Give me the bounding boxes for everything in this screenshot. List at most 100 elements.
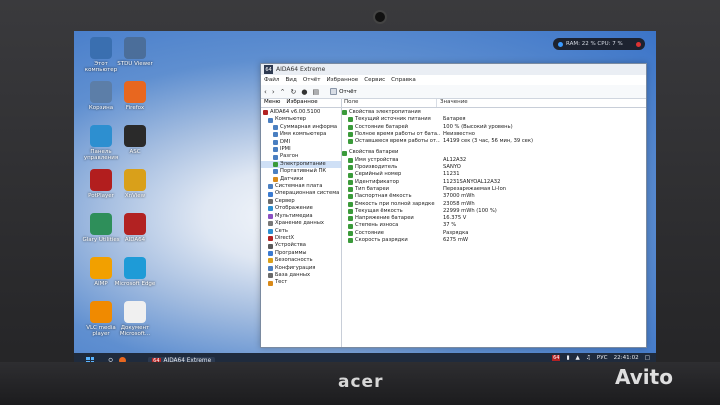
field-name: Тип батареи	[355, 185, 390, 192]
detail-row[interactable]: Производитель SANYO	[342, 164, 646, 171]
tree-item[interactable]: Безопасность	[261, 257, 341, 264]
desktop-icon[interactable]: AIDA64	[114, 213, 156, 243]
field-name: Степень износа	[355, 222, 399, 229]
menu-bar: Файл Вид Отчёт Избранное Сервис Справка	[261, 75, 646, 85]
tree-item-icon	[273, 162, 278, 168]
detail-row[interactable]: Напряжение батареи 16.375 V	[342, 215, 646, 222]
desktop-icon-label: ASC	[129, 149, 141, 155]
detail-row[interactable]: Серийный номер 11231	[342, 171, 646, 178]
detail-row[interactable]: Идентификатор 11231SANYOAL12A32	[342, 179, 646, 186]
tree-item-icon	[273, 125, 278, 131]
tree-item[interactable]: Суммарная информа	[261, 124, 341, 131]
stdu-icon	[124, 37, 146, 59]
tree-item[interactable]: Тест	[261, 279, 341, 286]
menu-item[interactable]: Файл	[264, 77, 279, 83]
section-icon	[342, 150, 347, 156]
tree-item[interactable]: Программы	[261, 250, 341, 257]
desktop-icon[interactable]: ASC	[114, 125, 156, 155]
detail-row[interactable]: Ёмкость при полной зарядке 23058 mWh	[342, 201, 646, 208]
field-value: 37000 mWh	[443, 193, 475, 200]
forward-arrow-icon[interactable]: ›	[272, 88, 275, 96]
notifications-icon[interactable]: □	[645, 355, 650, 361]
up-arrow-icon[interactable]: ⌃	[280, 88, 286, 96]
tree-item-icon	[268, 184, 273, 190]
tree-item[interactable]: AIDA64 v6.00.5100	[261, 109, 341, 116]
field-icon	[348, 238, 353, 244]
desktop-icon[interactable]: Firefox	[114, 81, 156, 111]
window-titlebar[interactable]: 64 AIDA64 Extreme	[261, 64, 646, 75]
desktop-icon[interactable]: Microsoft Edge	[114, 257, 156, 287]
user-icon[interactable]: ●	[301, 88, 307, 96]
tree-item[interactable]: Разгон	[261, 153, 341, 160]
field-value: Перезаряжаемая Li-Ion	[443, 185, 507, 192]
tree-item[interactable]: Устройства	[261, 242, 341, 249]
column-header-field[interactable]: Поле	[342, 99, 437, 107]
detail-row[interactable]: Паспортная ёмкость 37000 mWh	[342, 193, 646, 200]
potplayer-icon	[90, 169, 112, 191]
tree-item[interactable]: Операционная система	[261, 190, 341, 197]
tree-item[interactable]: Мультимедиа	[261, 213, 341, 220]
detail-row[interactable]: Полное время работы от бата... Неизвестно	[342, 131, 646, 138]
tab-menu[interactable]: Меню	[261, 99, 283, 107]
detail-row[interactable]: Степень износа 37 %	[342, 222, 646, 229]
detail-row[interactable]: Текущий источник питания Батарея	[342, 116, 646, 123]
field-icon	[348, 230, 353, 236]
tree-item-icon	[273, 139, 278, 145]
tree-item[interactable]: Имя компьютера	[261, 131, 341, 138]
menu-item[interactable]: Справка	[391, 77, 416, 83]
tree-item[interactable]: DMI	[261, 139, 341, 146]
xnview-icon	[124, 169, 146, 191]
chart-icon[interactable]: ▤	[312, 88, 319, 96]
tree-item-label: Безопасность	[275, 257, 313, 264]
battery-icon[interactable]: ▮	[566, 355, 569, 361]
field-icon	[348, 165, 353, 171]
tree-item[interactable]: Конфигурация	[261, 265, 341, 272]
language-indicator[interactable]: РУС	[597, 355, 608, 361]
detail-row[interactable]: Скорость разрядки 6275 mW	[342, 237, 646, 244]
clock[interactable]: 22:41:02	[614, 355, 639, 361]
tree-item[interactable]: Отображение	[261, 205, 341, 212]
tree-item[interactable]: Системная плата	[261, 183, 341, 190]
field-value: 37 %	[443, 222, 457, 229]
tree-item-icon	[268, 265, 273, 271]
tree-item[interactable]: Датчики	[261, 176, 341, 183]
menu-item[interactable]: Вид	[285, 77, 296, 83]
menu-item[interactable]: Избранное	[326, 77, 358, 83]
menu-item[interactable]: Сервис	[364, 77, 385, 83]
desktop-icon[interactable]: STDU Viewer	[114, 37, 156, 67]
tree-item-label: Операционная система	[275, 190, 340, 197]
desktop-icon[interactable]: XnView	[114, 169, 156, 199]
tree-item[interactable]: Портативный ПК	[261, 168, 341, 175]
aida64-tray-icon[interactable]: 64	[552, 355, 561, 361]
field-icon	[348, 216, 353, 222]
detail-row[interactable]: Текущая ёмкость 22999 mWh (100 %)	[342, 208, 646, 215]
tree-item-label: DMI	[280, 138, 291, 145]
detail-row[interactable]: Тип батареи Перезаряжаемая Li-Ion	[342, 186, 646, 193]
back-arrow-icon[interactable]: ‹	[264, 88, 267, 96]
desktop-icon[interactable]: Документ Microsoft...	[114, 301, 156, 337]
tree-item-icon	[268, 280, 273, 286]
tab-favorites[interactable]: Избранное	[283, 99, 320, 107]
tree-item[interactable]: Сервер	[261, 198, 341, 205]
field-icon	[348, 201, 353, 207]
tray-monitor-pill[interactable]: RAM: 22 % CPU: 7 %	[553, 38, 645, 50]
column-header-value[interactable]: Значение	[437, 99, 468, 107]
tree-item[interactable]: Компьютер	[261, 116, 341, 123]
nav-tabs: Меню Избранное	[261, 99, 341, 108]
detail-row[interactable]: Состояние батарей 100 % (Высокий уровень)	[342, 124, 646, 131]
tree-item-icon	[263, 110, 268, 116]
tree-item[interactable]: IPMI	[261, 146, 341, 153]
detail-row[interactable]: Имя устройства AL12A32	[342, 157, 646, 164]
menu-item[interactable]: Отчёт	[303, 77, 321, 83]
network-icon[interactable]: ▲	[576, 355, 580, 361]
volume-icon[interactable]: ♫	[586, 355, 591, 361]
desktop-icon-label: Firefox	[125, 105, 145, 111]
tree-item[interactable]: База данных	[261, 272, 341, 279]
tree-item[interactable]: Сеть	[261, 228, 341, 235]
field-value: 22999 mWh (100 %)	[443, 207, 497, 214]
refresh-icon[interactable]: ↻	[291, 88, 297, 96]
tree-item[interactable]: Хранение данных	[261, 220, 341, 227]
detail-row[interactable]: Состояние Разрядка	[342, 230, 646, 237]
detail-row[interactable]: Оставшееся время работы от... 14199 сек (…	[342, 138, 646, 145]
report-button[interactable]: Отчёт	[330, 88, 357, 95]
